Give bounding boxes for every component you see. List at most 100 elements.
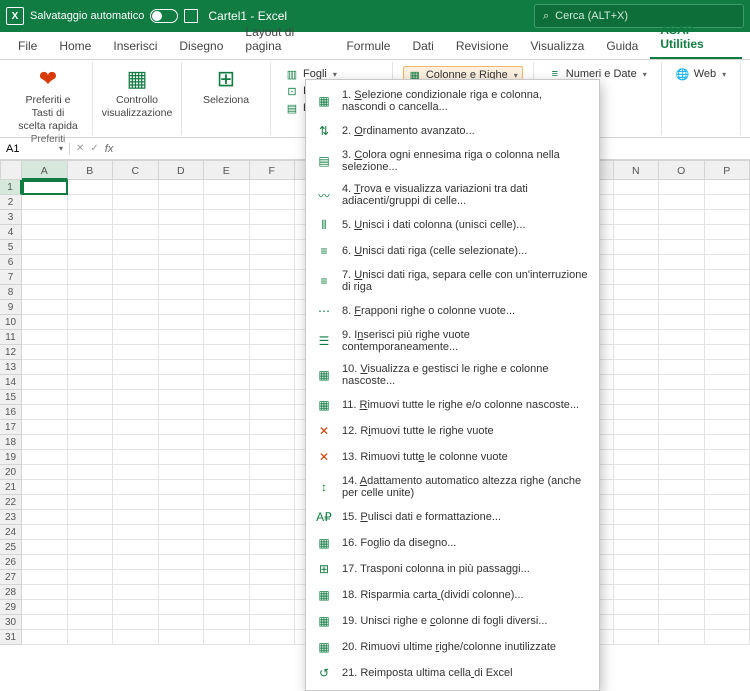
cell[interactable] <box>22 600 68 615</box>
cell[interactable] <box>68 405 114 420</box>
cell[interactable] <box>705 375 750 390</box>
cell[interactable] <box>204 480 250 495</box>
cell[interactable] <box>250 180 296 195</box>
cell[interactable] <box>659 360 705 375</box>
accept-formula-icon[interactable]: ✓ <box>90 143 98 154</box>
cell[interactable] <box>250 375 296 390</box>
cell[interactable] <box>204 540 250 555</box>
select-button[interactable]: ⊞ Seleziona <box>188 64 264 109</box>
menu-item-2[interactable]: ⇅2. Ordinamento avanzato... <box>306 118 599 144</box>
cell[interactable] <box>159 450 205 465</box>
cell[interactable] <box>68 630 114 645</box>
cell[interactable] <box>204 225 250 240</box>
cell[interactable] <box>204 270 250 285</box>
cell[interactable] <box>22 495 68 510</box>
cell[interactable] <box>659 210 705 225</box>
cell[interactable] <box>250 510 296 525</box>
cell[interactable] <box>250 435 296 450</box>
cell[interactable] <box>68 480 114 495</box>
cell[interactable] <box>68 450 114 465</box>
menu-item-4[interactable]: 〰4. Trova e visualizza variazioni tra da… <box>306 178 599 212</box>
cell[interactable] <box>705 465 750 480</box>
cell[interactable] <box>705 540 750 555</box>
cell[interactable] <box>113 240 159 255</box>
cell[interactable] <box>113 510 159 525</box>
cell[interactable] <box>22 330 68 345</box>
cell[interactable] <box>204 600 250 615</box>
cell[interactable] <box>204 495 250 510</box>
cell[interactable] <box>159 195 205 210</box>
cell[interactable] <box>113 495 159 510</box>
cell[interactable] <box>204 315 250 330</box>
cell[interactable] <box>204 525 250 540</box>
cell[interactable] <box>705 615 750 630</box>
view-control-button[interactable]: ▦ Controllo visualizzazione <box>99 64 175 122</box>
tab-disegno[interactable]: Disegno <box>169 33 233 59</box>
cell[interactable] <box>204 630 250 645</box>
row-header[interactable]: 30 <box>0 615 22 630</box>
row-header[interactable]: 10 <box>0 315 22 330</box>
cell[interactable] <box>68 390 114 405</box>
cell[interactable] <box>250 255 296 270</box>
cell[interactable] <box>204 240 250 255</box>
menu-item-12[interactable]: ✕12. Rimuovi tutte le righe vuote <box>306 418 599 444</box>
menu-item-13[interactable]: ✕13. Rimuovi tutte le colonne vuote <box>306 444 599 470</box>
cell[interactable] <box>113 450 159 465</box>
cell[interactable] <box>159 300 205 315</box>
row-header[interactable]: 13 <box>0 360 22 375</box>
select-all-corner[interactable] <box>0 160 22 180</box>
cell[interactable] <box>204 210 250 225</box>
cell[interactable] <box>659 390 705 405</box>
cell[interactable] <box>113 360 159 375</box>
cell[interactable] <box>68 285 114 300</box>
cell[interactable] <box>68 510 114 525</box>
row-header[interactable]: 11 <box>0 330 22 345</box>
cell[interactable] <box>705 315 750 330</box>
cell[interactable] <box>22 450 68 465</box>
cell[interactable] <box>614 570 660 585</box>
cell[interactable] <box>250 540 296 555</box>
cell[interactable] <box>159 270 205 285</box>
cell[interactable] <box>705 285 750 300</box>
cell[interactable] <box>250 330 296 345</box>
tab-layout-di-pagina[interactable]: Layout di pagina <box>235 19 334 59</box>
cell[interactable] <box>250 585 296 600</box>
cell[interactable] <box>705 300 750 315</box>
row-header[interactable]: 8 <box>0 285 22 300</box>
cell[interactable] <box>250 270 296 285</box>
cell[interactable] <box>159 345 205 360</box>
cell[interactable] <box>159 210 205 225</box>
cell[interactable] <box>113 570 159 585</box>
cell[interactable] <box>22 480 68 495</box>
cell[interactable] <box>250 285 296 300</box>
cell[interactable] <box>113 600 159 615</box>
cell[interactable] <box>204 180 250 195</box>
autosave-toggle[interactable] <box>150 9 178 23</box>
cell[interactable] <box>659 630 705 645</box>
menu-item-6[interactable]: ≡6. Unisci dati riga (celle selezionate)… <box>306 238 599 264</box>
cell[interactable] <box>659 450 705 465</box>
favorites-button[interactable]: ❤ Preferiti e Tasti di scelta rapida <box>10 64 86 134</box>
cell[interactable] <box>204 285 250 300</box>
cell[interactable] <box>113 540 159 555</box>
cell[interactable] <box>705 345 750 360</box>
cell[interactable] <box>204 345 250 360</box>
tab-guida[interactable]: Guida <box>596 33 648 59</box>
cell[interactable] <box>614 600 660 615</box>
cell[interactable] <box>159 525 205 540</box>
cell[interactable] <box>705 360 750 375</box>
cell[interactable] <box>659 585 705 600</box>
cell[interactable] <box>705 225 750 240</box>
cell[interactable] <box>159 330 205 345</box>
cell[interactable] <box>113 465 159 480</box>
cell[interactable] <box>22 315 68 330</box>
cell[interactable] <box>614 360 660 375</box>
row-header[interactable]: 25 <box>0 540 22 555</box>
cell[interactable] <box>659 495 705 510</box>
cell[interactable] <box>159 180 205 195</box>
cell[interactable] <box>22 540 68 555</box>
cell[interactable] <box>204 300 250 315</box>
cell[interactable] <box>659 225 705 240</box>
cell[interactable] <box>614 195 660 210</box>
tab-home[interactable]: Home <box>49 33 101 59</box>
